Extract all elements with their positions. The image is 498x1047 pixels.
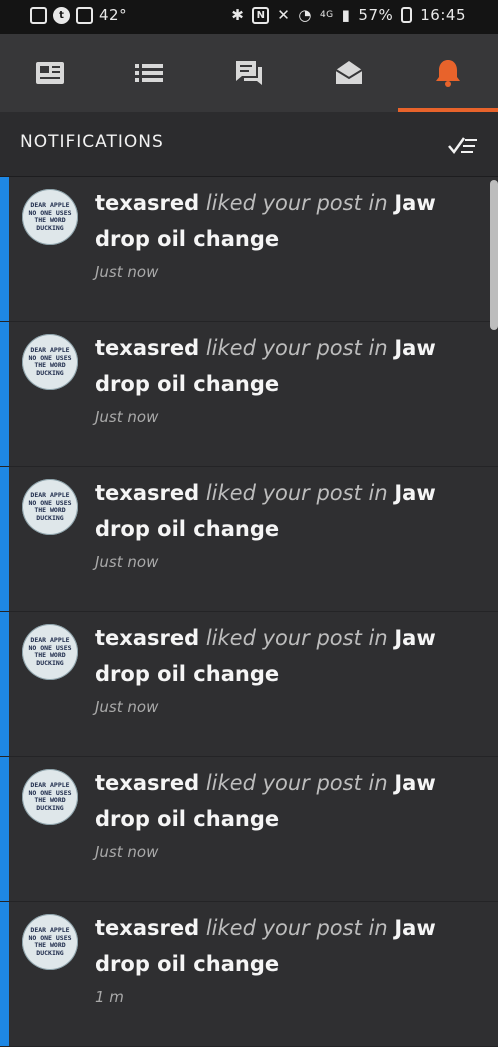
page-title: NOTIFICATIONS (20, 132, 164, 152)
unread-indicator (0, 902, 9, 1046)
notification-time: Just now (95, 408, 159, 426)
mute-icon: ✕ (277, 6, 291, 24)
tab-list[interactable] (100, 34, 200, 112)
cast-icon (30, 6, 47, 24)
notification-item[interactable]: DEAR APPLE NO ONE USES THE WORD DUCKING … (0, 467, 498, 612)
notification-verb: liked your post in (205, 191, 388, 215)
notification-text: texasred liked your post in Jaw drop oil… (95, 765, 465, 837)
notification-item[interactable]: DEAR APPLE NO ONE USES THE WORD DUCKING … (0, 902, 498, 1047)
notification-time: Just now (95, 698, 159, 716)
unread-indicator (0, 467, 9, 611)
avatar-sign-text: DEAR APPLE NO ONE USES THE WORD DUCKING (28, 201, 72, 232)
avatar[interactable]: DEAR APPLE NO ONE USES THE WORD DUCKING (22, 334, 78, 390)
notification-text: texasred liked your post in Jaw drop oil… (95, 620, 465, 692)
scrollbar[interactable] (490, 180, 498, 330)
tab-inbox[interactable] (299, 34, 399, 112)
notification-verb: liked your post in (205, 481, 388, 505)
tab-alerts[interactable] (398, 34, 498, 112)
signal-icon: ▮ (341, 6, 351, 24)
battery-percent: 57% (358, 6, 394, 24)
notification-item[interactable]: DEAR APPLE NO ONE USES THE WORD DUCKING … (0, 612, 498, 757)
notification-user[interactable]: texasred (95, 191, 199, 215)
avatar[interactable]: DEAR APPLE NO ONE USES THE WORD DUCKING (22, 189, 78, 245)
notification-item[interactable]: DEAR APPLE NO ONE USES THE WORD DUCKING … (0, 177, 498, 322)
status-right: ✱ N ✕ ◔ 4G ▮ 57% 16:45 (231, 6, 466, 24)
status-bar: t 42° ✱ N ✕ ◔ 4G ▮ 57% 16:45 (0, 0, 498, 34)
news-icon (35, 62, 64, 84)
avatar-sign-text: DEAR APPLE NO ONE USES THE WORD DUCKING (28, 781, 72, 812)
wifi-icon: ◔ (298, 6, 312, 24)
notification-item[interactable]: DEAR APPLE NO ONE USES THE WORD DUCKING … (0, 322, 498, 467)
notification-user[interactable]: texasred (95, 336, 199, 360)
avatar-sign-text: DEAR APPLE NO ONE USES THE WORD DUCKING (28, 636, 72, 667)
avatar[interactable]: DEAR APPLE NO ONE USES THE WORD DUCKING (22, 914, 78, 970)
notification-text: texasred liked your post in Jaw drop oil… (95, 185, 465, 257)
notification-time: Just now (95, 263, 159, 281)
notification-list: DEAR APPLE NO ONE USES THE WORD DUCKING … (0, 177, 498, 1047)
tab-bar (0, 34, 498, 112)
unread-indicator (0, 612, 9, 756)
notification-verb: liked your post in (205, 336, 388, 360)
battery-icon (401, 7, 413, 23)
clock: 16:45 (420, 6, 466, 24)
avatar-sign-text: DEAR APPLE NO ONE USES THE WORD DUCKING (28, 926, 72, 957)
network-type: 4G (319, 10, 334, 20)
unread-indicator (0, 177, 9, 321)
bluetooth-icon: ✱ (231, 6, 245, 24)
notification-user[interactable]: texasred (95, 771, 199, 795)
tumblr-icon: t (53, 6, 70, 24)
status-left: t 42° (30, 6, 127, 24)
notifications-header: NOTIFICATIONS (0, 112, 498, 177)
mark-all-read-icon[interactable] (446, 130, 480, 160)
notification-time: 1 m (95, 988, 124, 1006)
avatar[interactable]: DEAR APPLE NO ONE USES THE WORD DUCKING (22, 769, 78, 825)
nfc-icon: N (252, 6, 270, 24)
notification-text: texasred liked your post in Jaw drop oil… (95, 910, 465, 982)
inbox-icon (335, 61, 363, 84)
temperature: 42° (99, 6, 128, 24)
avatar[interactable]: DEAR APPLE NO ONE USES THE WORD DUCKING (22, 479, 78, 535)
notification-text: texasred liked your post in Jaw drop oil… (95, 330, 465, 402)
tab-news[interactable] (0, 34, 100, 112)
chat-icon (235, 61, 262, 85)
unread-indicator (0, 322, 9, 466)
avatar-sign-text: DEAR APPLE NO ONE USES THE WORD DUCKING (28, 491, 72, 522)
list-icon (135, 64, 164, 82)
notification-time: Just now (95, 843, 159, 861)
notification-verb: liked your post in (205, 626, 388, 650)
notification-item[interactable]: DEAR APPLE NO ONE USES THE WORD DUCKING … (0, 757, 498, 902)
avatar[interactable]: DEAR APPLE NO ONE USES THE WORD DUCKING (22, 624, 78, 680)
notification-user[interactable]: texasred (95, 481, 199, 505)
avatar-sign-text: DEAR APPLE NO ONE USES THE WORD DUCKING (28, 346, 72, 377)
bell-icon (436, 60, 461, 87)
image-icon (76, 6, 93, 24)
notification-text: texasred liked your post in Jaw drop oil… (95, 475, 465, 547)
unread-indicator (0, 757, 9, 901)
notification-time: Just now (95, 553, 159, 571)
notification-user[interactable]: texasred (95, 916, 199, 940)
notification-verb: liked your post in (205, 916, 388, 940)
tab-conversations[interactable] (199, 34, 299, 112)
notification-verb: liked your post in (205, 771, 388, 795)
notification-user[interactable]: texasred (95, 626, 199, 650)
